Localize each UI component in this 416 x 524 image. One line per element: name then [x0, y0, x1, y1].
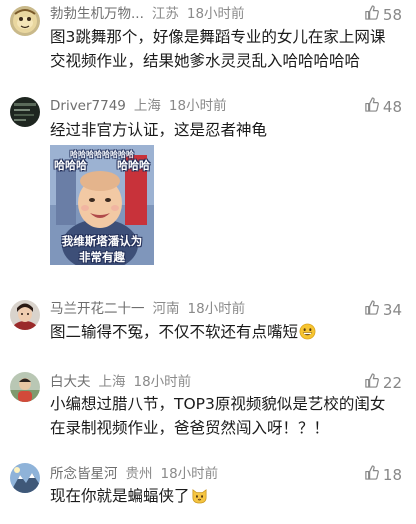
location: 上海 [98, 374, 126, 390]
avatar-mountain-icon [10, 463, 40, 493]
timestamp: 18小时前 [187, 301, 246, 317]
avatar[interactable] [10, 97, 40, 127]
avatar[interactable] [10, 372, 40, 402]
thumbs-up-icon [364, 300, 379, 319]
username[interactable]: 白大夫 [50, 374, 91, 390]
username[interactable]: 马兰开花二十一 [50, 301, 145, 317]
comment-text: 经过非官方认证，这是忍者神龟 [50, 121, 268, 139]
meme-caption-line2: 非常有趣 [79, 250, 125, 264]
cat-emoji-icon [191, 487, 208, 511]
comment-text: 小编想过腊八节，TOP3原视频貌似是艺校的闺女在录制视频作业，爸爸贸然闯入呀！？… [50, 395, 386, 437]
location: 江苏 [151, 6, 179, 22]
comment-image[interactable]: 哈哈哈哈哈哈哈哈 哈哈哈 哈哈哈 我维斯塔潘认为 非常有趣 [50, 145, 154, 265]
like-count: 18 [382, 465, 402, 484]
username[interactable]: 勃勃生机万物... [50, 6, 144, 22]
avatar-dark-icon [10, 97, 40, 127]
username[interactable]: Driver7749 [50, 98, 126, 114]
comment-text: 图二输得不冤，不仅不软还有点嘴短 [50, 323, 299, 341]
avatar[interactable] [10, 463, 40, 493]
avatar-person-icon [10, 372, 40, 402]
timestamp: 18小时前 [133, 374, 192, 390]
avatar[interactable] [10, 300, 40, 330]
comment-text-row: 图二输得不冤，不仅不软还有点嘴短 [50, 320, 400, 347]
like-button[interactable]: 18 [364, 465, 402, 484]
like-button[interactable]: 58 [364, 5, 402, 24]
like-count: 48 [382, 97, 402, 116]
like-count: 22 [382, 373, 402, 392]
like-button[interactable]: 22 [364, 373, 402, 392]
comment-meta: 白大夫 上海 18小时前 [50, 373, 199, 391]
grinning-emoji-icon [299, 323, 316, 347]
username[interactable]: 所念皆星河 [50, 466, 118, 482]
comment-text: 图3跳舞那个，好像是舞蹈专业的女儿在家上网课交视频作业，结果她爹水灵灵乱入哈哈哈… [50, 28, 386, 70]
location: 河南 [152, 301, 180, 317]
comment-text-row: 现在你就是蝙蝠侠了 [50, 484, 400, 511]
meme-top-right-text: 哈哈哈 [117, 159, 150, 172]
like-button[interactable]: 34 [364, 300, 402, 319]
avatar-portrait-icon [10, 300, 40, 330]
timestamp: 18小时前 [168, 98, 227, 114]
thumbs-up-icon [364, 5, 379, 24]
comment-meta: 勃勃生机万物... 江苏 18小时前 [50, 5, 253, 23]
thumbs-up-icon [364, 465, 379, 484]
like-count: 34 [382, 300, 402, 319]
timestamp: 18小时前 [186, 6, 245, 22]
thumbs-up-icon [364, 97, 379, 116]
location: 贵州 [125, 466, 153, 482]
comment-text: 现在你就是蝙蝠侠了 [50, 487, 190, 505]
avatar[interactable] [10, 6, 40, 36]
comment-meta: 所念皆星河 贵州 18小时前 [50, 465, 226, 483]
comment-meta: Driver7749 上海 18小时前 [50, 97, 235, 115]
like-button[interactable]: 48 [364, 97, 402, 116]
thumbs-up-icon [364, 373, 379, 392]
meme-top-left-text: 哈哈哈 [54, 159, 87, 172]
location: 上海 [133, 98, 161, 114]
timestamp: 18小时前 [160, 466, 219, 482]
comment-meta: 马兰开花二十一 河南 18小时前 [50, 300, 253, 318]
meme-caption-line1: 我维斯塔潘认为 [61, 234, 143, 248]
like-count: 58 [382, 5, 402, 24]
avatar-cartoon-icon [10, 6, 40, 36]
